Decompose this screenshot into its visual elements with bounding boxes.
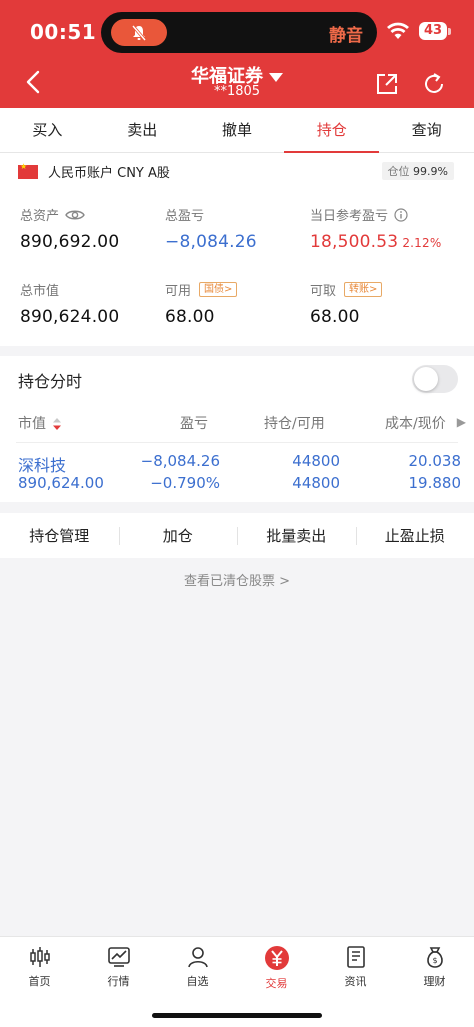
stock-market-value: 890,624.00 [18,474,104,492]
bottom-tab-market[interactable]: 行情 [79,937,158,1027]
chart-icon [107,947,130,967]
view-cleared-stocks-link[interactable]: 查看已清仓股票 > [0,570,474,589]
tab-cancel[interactable]: 撤单 [190,108,285,152]
person-icon [187,947,208,968]
wifi-icon [387,22,409,39]
yen-icon [264,946,289,970]
header-market-value-label: 市值 [18,416,46,432]
day-pnl-percent: 2.12% [402,236,442,250]
timeshare-toggle[interactable] [412,365,458,393]
position-ratio-value: 99.9% [413,165,448,178]
available-label: 可用 [165,284,192,299]
account-summary: 人民币账户 CNY A股 仓位 99.9% 总资产 890,692.00 总盈亏… [0,153,474,346]
eye-icon[interactable] [65,208,85,222]
add-position-button[interactable]: 加仓 [118,525,238,546]
chevron-right-icon[interactable]: ▶ [457,415,466,429]
silent-label: 静音 [329,26,363,46]
news-icon [346,946,365,968]
battery-tip [448,28,451,35]
timeshare-label: 持仓分时 [18,372,83,391]
toggle-knob [414,367,438,391]
stock-name: 深科技 [18,456,67,475]
candlestick-icon [29,947,50,967]
total-pnl-value: −8,084.26 [165,232,257,252]
divider [16,442,458,443]
position-ratio-badge: 仓位 99.9% [381,162,454,180]
money-bag-icon: $ [426,947,443,968]
batch-sell-button[interactable]: 批量卖出 [237,525,356,546]
day-pnl-label: 当日参考盈亏 [310,209,389,224]
position-ratio-label: 仓位 [387,165,410,178]
bottom-tab-home[interactable]: 首页 [0,937,79,1027]
share-icon[interactable] [375,72,399,96]
position-timeshare-row: 持仓分时 [0,356,474,402]
bottom-tab-news[interactable]: 资讯 [316,937,395,1027]
home-indicator [152,1013,322,1018]
bottom-tab-news-label: 资讯 [344,975,367,988]
bottom-tab-wealth[interactable]: $ 理财 [395,937,474,1027]
stock-available: 44800 [292,474,340,492]
stock-cost: 20.038 [408,452,462,470]
take-profit-stop-loss-button[interactable]: 止盈止损 [355,525,474,546]
stock-pnl: −8,084.26 [140,452,220,470]
day-pnl: 当日参考盈亏 18,500.53 2.12% [310,205,441,252]
bottom-tab-market-label: 行情 [107,975,130,988]
svg-text:$: $ [432,956,437,965]
market-value: 总市值 890,624.00 [20,280,119,327]
market-value-label: 总市值 [20,284,60,299]
market-value-value: 890,624.00 [20,307,120,327]
tab-query[interactable]: 查询 [379,108,474,152]
total-pnl: 总盈亏 −8,084.26 [165,205,257,252]
total-assets-value: 890,692.00 [20,232,120,252]
account-selector[interactable]: 人民币账户 CNY A股 [18,162,170,181]
header-cost-price: 成本/现价 [385,416,446,432]
available-value: 68.00 [165,307,215,327]
bottom-tab-wealth-label: 理财 [423,975,446,988]
stock-price: 19.880 [408,474,462,492]
withdrawable-label: 可取 [310,284,337,299]
bottom-tab-home-label: 首页 [28,975,51,988]
tab-buy[interactable]: 买入 [0,108,95,152]
bottom-tab-watchlist-label: 自选 [186,975,209,988]
refresh-icon[interactable] [422,72,446,96]
account-name: 人民币账户 CNY A股 [48,166,170,181]
status-time: 00:51 [30,20,97,44]
account-number: **1805 [213,84,261,99]
transfer-button[interactable]: 转账> [344,282,383,297]
tab-sell[interactable]: 卖出 [95,108,190,152]
total-assets: 总资产 890,692.00 [20,205,119,252]
total-pnl-label: 总盈亏 [165,209,205,224]
header-bar: 00:51 静音 43 华福证券 **1805 [0,0,474,108]
bottom-tab-trade-label: 交易 [265,977,288,990]
header-pnl: 盈亏 [180,416,208,432]
dynamic-island: 静音 [101,12,377,53]
china-flag-icon [18,162,38,179]
silent-indicator [111,19,167,46]
manage-positions-button[interactable]: 持仓管理 [0,525,119,546]
holding-actions: 持仓管理 加仓 批量卖出 止盈止损 [0,513,474,558]
chevron-down-icon [269,73,283,82]
battery-icon: 43 [419,22,447,40]
available-funds: 可用 国债> 68.00 [165,280,238,327]
header-market-value[interactable]: 市值 [18,413,62,433]
treasury-bond-button[interactable]: 国债> [199,282,238,297]
stock-position: 44800 [292,452,340,470]
tab-holdings[interactable]: 持仓 [284,108,379,153]
total-assets-label: 总资产 [20,209,60,224]
status-bar: 00:51 静音 43 [0,0,474,58]
bell-slash-icon [131,25,147,41]
info-icon[interactable] [394,207,408,222]
sort-icon [53,418,62,430]
trade-tabs: 买入 卖出 撤单 持仓 查询 [0,108,474,153]
withdrawable-value: 68.00 [310,307,360,327]
day-pnl-value: 18,500.53 [310,232,399,252]
holdings-table: 市值 盈亏 持仓/可用 成本/现价 ▶ 深科技 890,624.00 −8,08… [0,402,474,502]
header-position: 持仓/可用 [264,416,325,432]
stock-pnl-percent: −0.790% [150,474,220,492]
withdrawable-funds: 可取 转账> 68.00 [310,280,383,327]
